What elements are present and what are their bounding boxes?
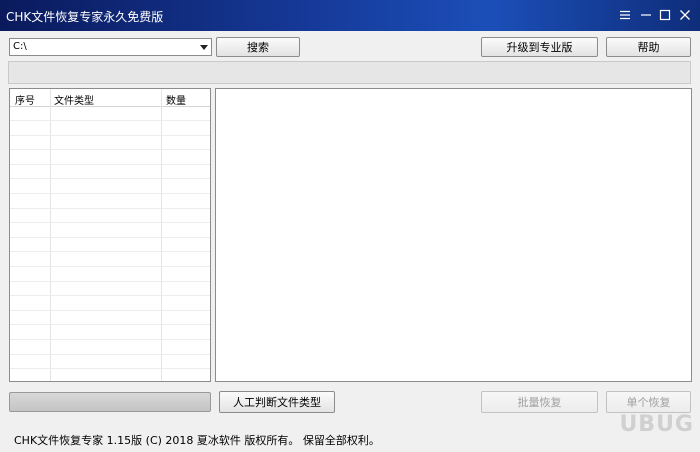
- chevron-down-icon[interactable]: [196, 39, 211, 55]
- restore-progress-bar: [9, 392, 211, 412]
- table-row[interactable]: [10, 282, 210, 297]
- status-bar-text: CHK文件恢复专家 1.15版 (C) 2018 夏冰软件 版权所有。 保留全部…: [14, 434, 380, 447]
- table-row[interactable]: [10, 326, 210, 340]
- table-header: 序号 文件类型 数量: [10, 89, 210, 107]
- minimize-icon[interactable]: [636, 5, 656, 25]
- column-header-index[interactable]: 序号: [15, 92, 35, 107]
- table-row[interactable]: [10, 122, 210, 136]
- drive-select-value: C:\: [13, 41, 27, 52]
- title-bar: CHK文件恢复专家永久免费版: [0, 0, 700, 31]
- table-row[interactable]: [10, 180, 210, 194]
- table-row[interactable]: [10, 268, 210, 282]
- table-row[interactable]: [10, 195, 210, 209]
- single-restore-button[interactable]: 单个恢复: [606, 391, 691, 413]
- manual-file-type-button[interactable]: 人工判断文件类型: [219, 391, 335, 413]
- close-icon[interactable]: [675, 5, 695, 25]
- upgrade-button[interactable]: 升级到专业版: [481, 37, 598, 57]
- table-row[interactable]: [10, 311, 210, 326]
- table-row[interactable]: [10, 107, 210, 121]
- menu-icon[interactable]: [615, 5, 635, 25]
- table-row[interactable]: [10, 370, 210, 381]
- help-button[interactable]: 帮助: [606, 37, 691, 57]
- scan-progress-bar: [8, 61, 691, 84]
- table-row[interactable]: [10, 238, 210, 253]
- batch-restore-button[interactable]: 批量恢复: [481, 391, 598, 413]
- column-header-type[interactable]: 文件类型: [54, 92, 94, 107]
- maximize-icon[interactable]: [655, 5, 675, 25]
- table-row[interactable]: [10, 253, 210, 267]
- table-row[interactable]: [10, 151, 210, 165]
- table-row[interactable]: [10, 341, 210, 355]
- column-header-count[interactable]: 数量: [166, 92, 186, 107]
- file-type-table[interactable]: 序号 文件类型 数量: [9, 88, 211, 382]
- table-row[interactable]: [10, 355, 210, 370]
- table-row[interactable]: [10, 224, 210, 238]
- watermark-logo: UBUG: [619, 412, 694, 437]
- table-row[interactable]: [10, 136, 210, 151]
- table-row[interactable]: [10, 209, 210, 224]
- window-title: CHK文件恢复专家永久免费版: [6, 10, 164, 24]
- table-row[interactable]: [10, 297, 210, 311]
- search-button[interactable]: 搜索: [216, 37, 300, 57]
- drive-select[interactable]: C:\: [9, 38, 212, 56]
- table-row[interactable]: [10, 165, 210, 180]
- file-detail-panel[interactable]: [215, 88, 692, 382]
